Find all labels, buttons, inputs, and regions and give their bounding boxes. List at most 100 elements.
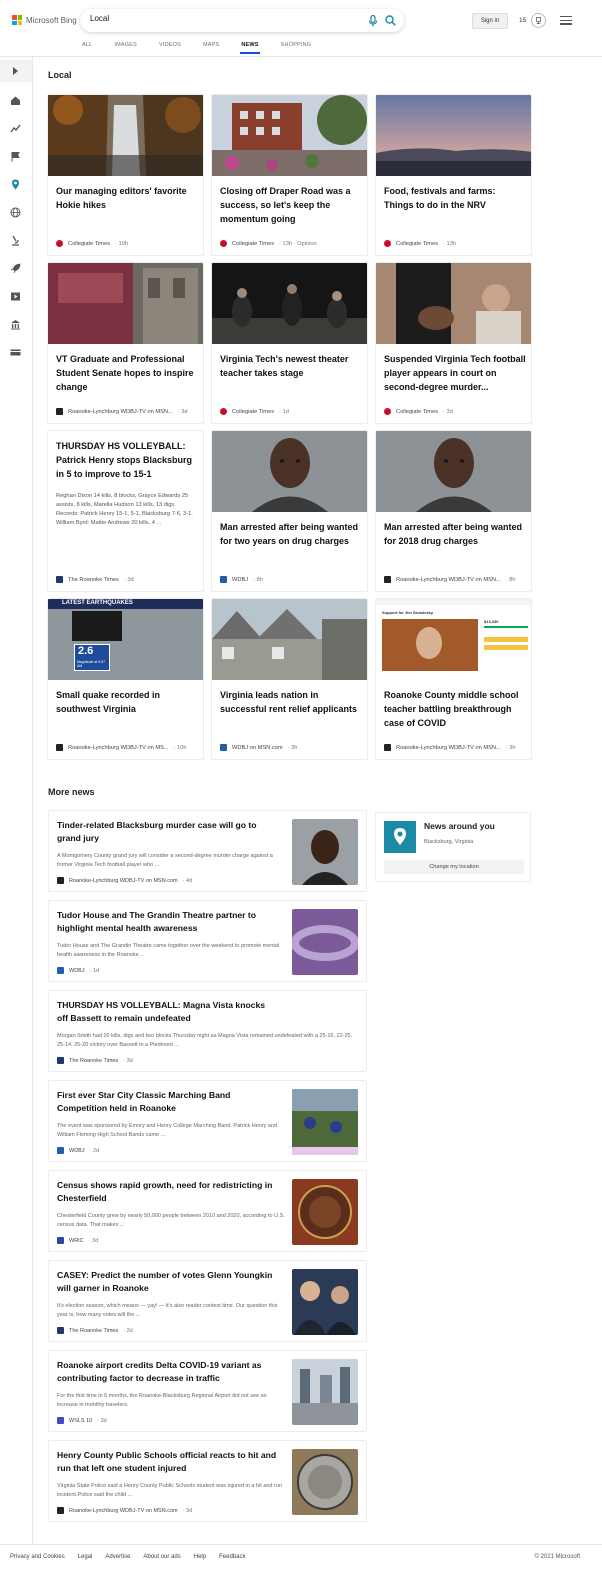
source-time: · 3d: [177, 408, 188, 415]
more-news-item[interactable]: THURSDAY HS VOLLEYBALL: Magna Vista knoc…: [48, 990, 367, 1072]
more-news-headline[interactable]: Tudor House and The Grandin Theatre part…: [57, 909, 277, 935]
rewards-count[interactable]: 15: [519, 17, 526, 24]
more-news-item[interactable]: Tudor House and The Grandin Theatre part…: [48, 900, 367, 982]
card-title[interactable]: Man arrested after being wanted for 2018…: [384, 520, 526, 548]
tab-videos[interactable]: VIDEOS: [159, 40, 181, 54]
card-title[interactable]: Roanoke County middle school teacher bat…: [384, 688, 526, 730]
rewards-trophy-icon[interactable]: [531, 13, 546, 28]
microscope-icon[interactable]: [10, 235, 21, 246]
news-card[interactable]: THURSDAY HS VOLLEYBALL: Patrick Henry st…: [47, 430, 204, 592]
more-news-headline[interactable]: Henry County Public Schools official rea…: [57, 1449, 277, 1475]
magnitude-label: Magnitude at 9:37 AM: [77, 660, 106, 668]
microphone-icon[interactable]: [368, 15, 378, 27]
more-news-headline[interactable]: CASEY: Predict the number of votes Glenn…: [57, 1269, 277, 1295]
flag-icon[interactable]: [10, 151, 21, 162]
more-news-item[interactable]: CASEY: Predict the number of votes Glenn…: [48, 1260, 367, 1342]
card-title[interactable]: Virginia leads nation in successful rent…: [220, 688, 362, 716]
news-card[interactable]: Virginia Tech's newest theater teacher t…: [211, 262, 368, 424]
more-news-headline[interactable]: First ever Star City Classic Marching Ba…: [57, 1089, 277, 1115]
money-icon[interactable]: [10, 347, 21, 358]
more-news-item[interactable]: Roanoke airport credits Delta COVID-19 v…: [48, 1350, 367, 1432]
source-time: · 3d: [88, 1237, 99, 1244]
footer-link-about-ads[interactable]: About our ads: [143, 1554, 180, 1560]
more-news-item[interactable]: First ever Star City Classic Marching Ba…: [48, 1080, 367, 1162]
more-news-snippet: Morgan Smith had 20 kills, digs and two …: [57, 1033, 353, 1048]
card-title[interactable]: Food, festivals and farms: Things to do …: [384, 184, 526, 212]
news-card[interactable]: Man arrested after being wanted for 2018…: [375, 430, 532, 592]
source-name: The Roanoke Times: [68, 576, 119, 583]
card-title[interactable]: Closing off Draper Road was a success, s…: [220, 184, 362, 226]
more-news-headline[interactable]: Tinder-related Blacksburg murder case wi…: [57, 819, 277, 845]
location-pin-icon[interactable]: [10, 179, 21, 190]
video-icon[interactable]: [10, 291, 21, 302]
sidebar-expand-button[interactable]: [0, 60, 32, 82]
news-card[interactable]: VT Graduate and Professional Student Sen…: [47, 262, 204, 424]
time-value: 3d: [181, 408, 188, 415]
wdbj-logo-icon: [57, 877, 64, 884]
menu-icon[interactable]: [560, 16, 572, 25]
more-news-item[interactable]: Tinder-related Blacksburg murder case wi…: [48, 810, 367, 892]
bing-logo[interactable]: Microsoft Bing: [12, 15, 77, 25]
footer-link-feedback[interactable]: Feedback: [219, 1554, 245, 1560]
footer-link-privacy[interactable]: Privacy and Cookies: [10, 1554, 65, 1560]
home-icon[interactable]: [10, 95, 21, 106]
source-time: · 4d: [182, 877, 193, 884]
news-card[interactable]: Food, festivals and farms: Things to do …: [375, 94, 532, 256]
footer-link-help[interactable]: Help: [194, 1554, 206, 1560]
tab-all[interactable]: ALL: [82, 40, 92, 54]
tab-maps[interactable]: MAPS: [203, 40, 219, 54]
wric-logo-icon: [57, 1237, 64, 1244]
news-card[interactable]: Man arrested after being wanted for two …: [211, 430, 368, 592]
marching-band-thumbnail: [292, 1089, 358, 1155]
change-location-button[interactable]: Change my location: [384, 860, 524, 874]
mugshot-image: [212, 431, 367, 512]
news-card[interactable]: Virginia leads nation in successful rent…: [211, 598, 368, 760]
card-title[interactable]: Man arrested after being wanted for two …: [220, 520, 362, 548]
county-seal-thumbnail: [292, 1179, 358, 1245]
source-time: · 1d: [89, 967, 100, 974]
more-news-headline[interactable]: THURSDAY HS VOLLEYBALL: Magna Vista knoc…: [57, 999, 277, 1025]
trending-icon[interactable]: [10, 123, 21, 134]
tab-images[interactable]: IMAGES: [114, 40, 137, 54]
search-icon[interactable]: [385, 15, 396, 26]
footer-link-advertise[interactable]: Advertise: [105, 1554, 130, 1560]
tab-shopping[interactable]: SHOPPING: [281, 40, 312, 54]
footer-link-legal[interactable]: Legal: [78, 1554, 93, 1560]
sign-in-button[interactable]: Sign in: [472, 13, 508, 29]
time-value: 1d: [92, 967, 100, 974]
news-card[interactable]: Our managing editors' favorite Hokie hik…: [47, 94, 204, 256]
wdbj-logo-icon: [56, 408, 63, 415]
roanoke-times-logo-icon: [56, 576, 63, 583]
time-value: 3d: [127, 576, 134, 583]
card-source: Collegiate Times · 3d: [384, 408, 453, 415]
more-news-snippet: For the first time in 6 months, the Roan…: [57, 1393, 267, 1408]
more-news-item[interactable]: Census shows rapid growth, need for redi…: [48, 1170, 367, 1252]
more-news-headline[interactable]: Roanoke airport credits Delta COVID-19 v…: [57, 1359, 277, 1385]
source-time: · 2d: [89, 1147, 100, 1154]
more-news-snippet: It's election season, which means — yay!…: [57, 1303, 278, 1318]
wdbj-logo-icon: [56, 744, 63, 751]
card-title[interactable]: Virginia Tech's newest theater teacher t…: [220, 352, 362, 380]
tab-news[interactable]: NEWS: [240, 40, 261, 54]
card-title[interactable]: VT Graduate and Professional Student Sen…: [56, 352, 198, 394]
collegiate-times-logo-icon: [220, 240, 227, 247]
card-title[interactable]: Suspended Virginia Tech football player …: [384, 352, 526, 394]
mugshot-image: [376, 431, 531, 512]
search-box[interactable]: [80, 9, 404, 32]
card-title[interactable]: THURSDAY HS VOLLEYBALL: Patrick Henry st…: [56, 439, 198, 481]
news-card[interactable]: Suspended Virginia Tech football player …: [375, 262, 532, 424]
search-input[interactable]: [90, 14, 350, 23]
more-news-item[interactable]: Henry County Public Schools official rea…: [48, 1440, 367, 1522]
bank-icon[interactable]: [10, 319, 21, 330]
more-news-headline[interactable]: Census shows rapid growth, need for redi…: [57, 1179, 277, 1205]
rocket-icon[interactable]: [10, 263, 21, 274]
card-snippet: Reghan Dixon 14 kills, 8 blocks, Grayce …: [56, 493, 193, 526]
card-title[interactable]: Small quake recorded in southwest Virgin…: [56, 688, 198, 716]
time-value: 3d: [100, 1417, 107, 1424]
airport-thumbnail: [292, 1359, 358, 1425]
card-title[interactable]: Our managing editors' favorite Hokie hik…: [56, 184, 198, 212]
news-card[interactable]: LATEST EARTHQUAKES 2.6 Magnitude at 9:37…: [47, 598, 204, 760]
globe-icon[interactable]: [10, 207, 21, 218]
news-card[interactable]: Support for Jim Straulesky $13,330 Roano…: [375, 598, 532, 760]
news-card[interactable]: Closing off Draper Road was a success, s…: [211, 94, 368, 256]
